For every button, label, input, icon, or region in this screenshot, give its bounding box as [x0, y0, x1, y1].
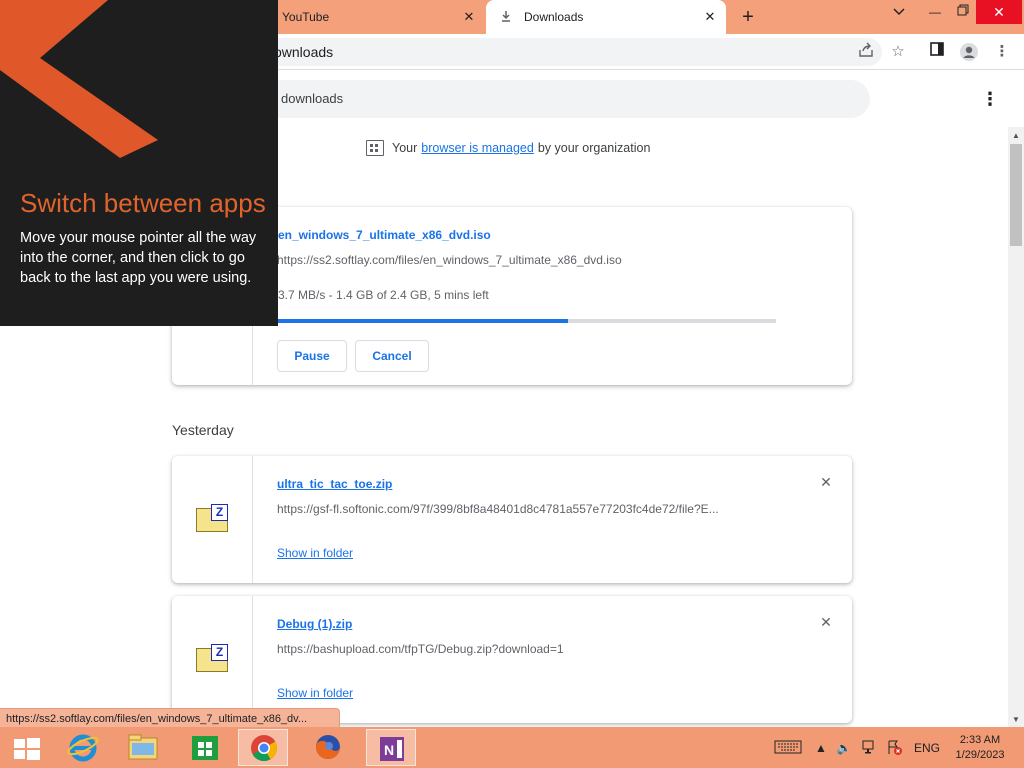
show-in-folder-link[interactable]: Show in folder	[277, 686, 353, 700]
restore-button[interactable]	[950, 0, 976, 24]
tab-youtube[interactable]: YouTube ✕	[270, 0, 485, 34]
building-icon	[366, 140, 384, 156]
scrollbar-thumb[interactable]	[1010, 144, 1022, 246]
download-progress-bar	[278, 319, 776, 323]
file-explorer-icon[interactable]	[118, 729, 168, 766]
tab-downloads-close-icon[interactable]: ✕	[700, 7, 720, 27]
browser-managed-link[interactable]: browser is managed	[421, 141, 534, 155]
browser-menu-icon[interactable]: ⋮	[991, 42, 1013, 64]
profile-avatar-icon[interactable]	[958, 42, 980, 64]
show-hidden-icons-icon[interactable]: ▲	[814, 739, 828, 757]
keyboard-icon[interactable]	[773, 739, 803, 757]
language-indicator[interactable]: ENG	[911, 739, 943, 757]
download-file-name[interactable]: ultra_tic_tac_toe.zip	[277, 477, 392, 491]
download-icon	[498, 10, 514, 25]
link-status-bubble: https://ss2.softlay.com/files/en_windows…	[0, 708, 340, 728]
zip-file-icon: Z	[196, 644, 228, 672]
clock-time: 2:33 AM	[959, 734, 1001, 746]
share-icon[interactable]	[855, 42, 877, 64]
bookmark-star-icon[interactable]: ☆	[887, 42, 909, 64]
download-status: 3.7 MB/s - 1.4 GB of 2.4 GB, 5 mins left	[278, 288, 489, 302]
minimize-button[interactable]: —	[920, 0, 950, 24]
download-file-url: https://bashupload.com/tfpTG/Debug.zip?d…	[277, 642, 564, 656]
download-card: Z Debug (1).zip https://bashupload.com/t…	[172, 596, 852, 723]
cancel-button[interactable]: Cancel	[355, 340, 429, 372]
search-downloads-text: downloads	[281, 91, 344, 106]
remove-download-close-icon[interactable]: ✕	[818, 474, 834, 490]
download-card: Z ultra_tic_tac_toe.zip https://gsf-fl.s…	[172, 456, 852, 583]
scroll-down-arrow-icon[interactable]: ▼	[1008, 713, 1024, 727]
chrome-icon[interactable]	[238, 729, 288, 766]
onenote-icon[interactable]: N	[366, 729, 416, 766]
firefox-icon[interactable]	[303, 729, 353, 766]
windows-logo-icon	[14, 738, 40, 760]
scroll-up-arrow-icon[interactable]: ▲	[1008, 129, 1024, 143]
page-scrollbar[interactable]: ▲ ▼	[1008, 127, 1024, 727]
store-icon[interactable]	[180, 729, 230, 766]
remove-download-close-icon[interactable]: ✕	[818, 614, 834, 630]
managed-suffix: by your organization	[537, 141, 651, 155]
managed-notice: Your browser is managed by your organiza…	[366, 140, 650, 156]
internet-explorer-icon[interactable]	[58, 729, 108, 766]
file-icon-area: Z	[172, 456, 253, 583]
clock-date: 1/29/2023	[955, 749, 1005, 761]
corner-arrow-icon	[0, 0, 158, 158]
network-icon[interactable]	[860, 739, 880, 757]
side-panel-icon[interactable]	[926, 42, 948, 64]
pause-button[interactable]: Pause	[277, 340, 347, 372]
managed-prefix: Your	[392, 141, 418, 155]
section-date-header: Yesterday	[172, 422, 234, 438]
tip-title: Switch between apps	[20, 188, 266, 218]
taskbar-clock[interactable]: 2:33 AM 1/29/2023	[950, 733, 1010, 763]
download-file-name[interactable]: en_windows_7_ultimate_x86_dvd.iso	[278, 228, 491, 242]
tab-downloads[interactable]: Downloads ✕	[486, 0, 726, 34]
address-bar[interactable]: ownloads	[262, 38, 882, 66]
windows-taskbar: N ▲ 🔈 ENG 2:33 AM 1/29/2023	[0, 727, 1024, 768]
download-file-name[interactable]: Debug (1).zip	[277, 617, 352, 631]
zip-file-icon: Z	[196, 504, 228, 532]
address-text: ownloads	[274, 44, 334, 60]
tab-youtube-title: YouTube	[282, 10, 330, 24]
new-tab-button[interactable]: +	[737, 4, 759, 30]
tab-search-chevron-icon[interactable]	[887, 0, 911, 24]
tab-youtube-close-icon[interactable]: ✕	[459, 7, 479, 27]
downloads-menu-icon[interactable]: ⋮	[980, 89, 1000, 109]
tip-body: Move your mouse pointer all the way into…	[20, 230, 257, 286]
close-window-button[interactable]: ✕	[976, 0, 1022, 24]
file-icon-area: Z	[172, 596, 253, 723]
download-progress-fill	[278, 319, 569, 323]
volume-icon[interactable]: 🔈	[835, 739, 853, 757]
show-in-folder-link[interactable]: Show in folder	[277, 546, 353, 560]
switch-apps-tip: Switch between apps Move your mouse poin…	[0, 0, 278, 326]
search-downloads-bar[interactable]: downloads	[255, 80, 870, 118]
start-button[interactable]	[2, 729, 52, 766]
download-file-url: https://gsf-fl.softonic.com/97f/399/8bf8…	[277, 502, 719, 516]
tab-downloads-title: Downloads	[524, 10, 584, 24]
svg-text:N: N	[384, 742, 394, 758]
download-file-url: https://ss2.softlay.com/files/en_windows…	[277, 253, 622, 267]
action-center-flag-icon[interactable]	[884, 739, 904, 757]
